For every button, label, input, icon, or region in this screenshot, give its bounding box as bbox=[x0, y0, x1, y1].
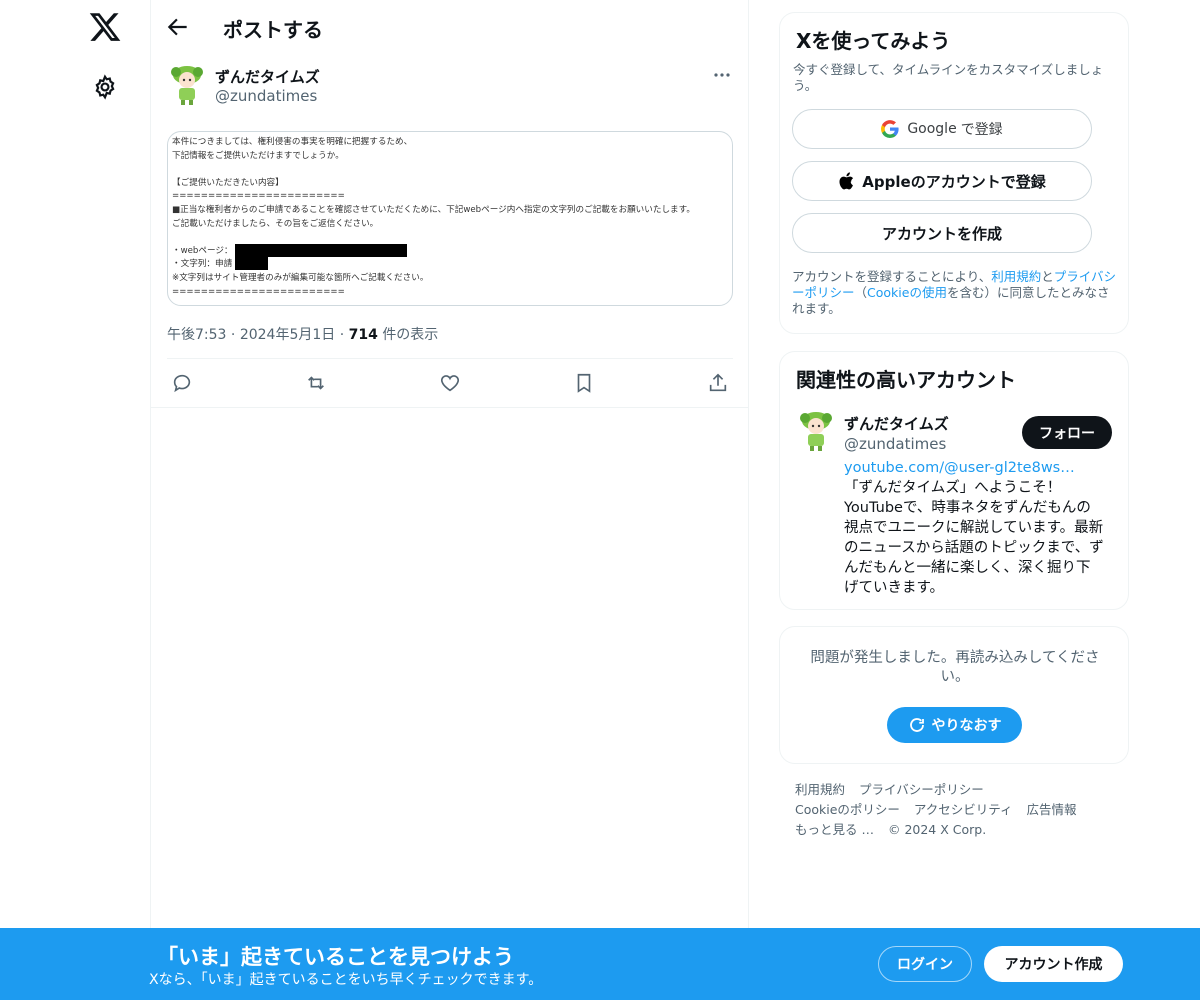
post-image-line bbox=[172, 231, 695, 245]
left-nav bbox=[0, 0, 150, 1000]
reply-icon[interactable] bbox=[171, 372, 193, 394]
back-arrow-icon[interactable] bbox=[165, 14, 191, 40]
views-count: 714 bbox=[348, 327, 378, 343]
footer-terms-link[interactable]: 利用規約 bbox=[795, 782, 845, 797]
google-icon bbox=[881, 120, 899, 138]
footer-cookie-link[interactable]: Cookieのポリシー bbox=[795, 802, 900, 817]
create-account-button[interactable]: アカウントを作成 bbox=[792, 213, 1092, 253]
signup-card: Xを使ってみよう 今すぐ登録して、タイムラインをカスタマイズしましょう。 Goo… bbox=[779, 12, 1129, 334]
post-image[interactable]: 本件につきましては、権利侵害の事実を明確に把握するため、 下記情報をご提供いただけ… bbox=[167, 131, 733, 306]
page-title: ポストする bbox=[223, 18, 323, 42]
google-signup-button[interactable]: Google で登録 bbox=[792, 109, 1092, 149]
error-message: 問題が発生しました。再読み込みしてください。 bbox=[810, 650, 1100, 685]
post-image-line: 下記情報をご提供いただけますでしょうか。 bbox=[172, 150, 344, 161]
post-image-line: 【ご提供いただきたい内容】 bbox=[172, 177, 284, 188]
author-name[interactable]: ずんだタイムズ bbox=[215, 66, 320, 87]
post-image-line bbox=[172, 163, 695, 177]
main-column: ポストする ずんだタイムズ @zundatimes 本件につきましては、権利侵害… bbox=[150, 0, 749, 930]
x-logo-icon[interactable] bbox=[88, 10, 122, 44]
post-meta: 午後7:53 · 2024年5月1日 · 714 件の表示 bbox=[167, 327, 439, 343]
post-image-line: ※文字列はサイト管理者のみが編集可能な箇所へご記載ください。 bbox=[172, 272, 429, 283]
post-image-line: ご記載いただけましたら、その旨をご返信ください。 bbox=[172, 218, 379, 229]
error-card: 問題が発生しました。再読み込みしてください。 やりなおす bbox=[779, 626, 1129, 764]
retry-label: やりなおす bbox=[931, 718, 1002, 734]
redaction-bar bbox=[235, 257, 268, 270]
login-button[interactable]: ログイン bbox=[878, 946, 972, 982]
footer-copyright: © 2024 X Corp. bbox=[887, 822, 987, 837]
avatar[interactable] bbox=[796, 410, 836, 452]
more-options-icon[interactable] bbox=[711, 66, 733, 84]
footer-links: 利用規約 プライバシーポリシー Cookieのポリシー アクセシビリティ 広告情… bbox=[795, 780, 1125, 840]
footer-ads-link[interactable]: 広告情報 bbox=[1027, 802, 1077, 817]
page-header: ポストする bbox=[151, 0, 749, 54]
retry-button[interactable]: やりなおす bbox=[887, 707, 1022, 743]
footer-accessibility-link[interactable]: アクセシビリティ bbox=[914, 802, 1013, 817]
bottom-bar-title: 「いま」起きていることを見つけよう bbox=[157, 945, 514, 969]
related-accounts-card: 関連性の高いアカウント ずんだタイムズ @zundatimes フォロー you… bbox=[779, 351, 1129, 610]
signup-card-subtitle: 今すぐ登録して、タイムラインをカスタマイズしましょう。 bbox=[793, 62, 1104, 93]
google-signup-suffix: で登録 bbox=[960, 122, 1003, 138]
post-image-line: 本件につきましては、権利侵害の事実を明確に把握するため、 bbox=[172, 137, 413, 147]
refresh-icon bbox=[909, 718, 924, 732]
post-actions bbox=[151, 360, 749, 407]
create-account-label: アカウントを作成 bbox=[881, 224, 1002, 243]
redaction-bar bbox=[235, 244, 407, 257]
signup-button[interactable]: アカウント作成 bbox=[984, 946, 1123, 982]
bottom-bar-subtitle: Xなら、「いま」起きていることをいち早くチェックできます。 bbox=[149, 972, 543, 988]
views-label: 件の表示 bbox=[382, 327, 439, 343]
avatar[interactable] bbox=[167, 64, 207, 106]
terms-text: アカウントを登録することにより、利用規約とプライバシーポリシー（Cookieの使… bbox=[792, 269, 1117, 316]
apple-signup-button[interactable]: Appleのアカウントで登録 bbox=[792, 161, 1092, 201]
google-signup-label: Google bbox=[907, 121, 957, 137]
related-card-title: 関連性の高いアカウント bbox=[796, 368, 1016, 392]
post-image-line: ======================== bbox=[172, 191, 345, 202]
post-image-line: ■正当な権利者からのご申請であることを確認させていただくために、下記webページ… bbox=[172, 204, 695, 215]
post-time[interactable]: 午後7:53 bbox=[167, 327, 226, 343]
author-handle[interactable]: @zundatimes bbox=[215, 87, 317, 105]
signup-card-title: Xを使ってみよう bbox=[796, 29, 951, 53]
related-account-handle[interactable]: @zundatimes bbox=[844, 435, 946, 453]
bottom-signup-bar: 「いま」起きていることを見つけよう Xなら、「いま」起きていることをいち早くチェ… bbox=[0, 928, 1200, 1000]
gear-icon[interactable] bbox=[92, 74, 118, 100]
related-account-name[interactable]: ずんだタイムズ bbox=[844, 413, 949, 434]
bookmark-icon[interactable] bbox=[573, 372, 595, 394]
like-icon[interactable] bbox=[439, 372, 461, 394]
post-image-text: 本件につきましては、権利侵害の事実を明確に把握するため、 下記情報をご提供いただけ… bbox=[172, 136, 695, 299]
terms-link[interactable]: 利用規約 bbox=[991, 269, 1041, 284]
share-icon[interactable] bbox=[707, 372, 729, 394]
follow-button[interactable]: フォロー bbox=[1022, 416, 1112, 449]
divider bbox=[151, 407, 749, 408]
repost-icon[interactable] bbox=[305, 372, 327, 394]
related-account-bio: youtube.com/@user-gl2te8ws… 「ずんだタイムズ」へよう… bbox=[844, 460, 1104, 596]
post-image-line: ======================== bbox=[172, 286, 345, 297]
footer-privacy-link[interactable]: プライバシーポリシー bbox=[859, 782, 984, 797]
post-date[interactable]: 2024年5月1日 bbox=[240, 327, 335, 343]
apple-signup-label: Appleのアカウントで登録 bbox=[862, 172, 1046, 191]
divider bbox=[167, 358, 733, 359]
apple-icon bbox=[839, 172, 854, 190]
footer-more-link[interactable]: もっと見る … bbox=[795, 822, 874, 837]
bio-link[interactable]: youtube.com/@user-gl2te8ws… bbox=[844, 460, 1075, 476]
cookie-link[interactable]: Cookieの使用 bbox=[867, 285, 947, 300]
